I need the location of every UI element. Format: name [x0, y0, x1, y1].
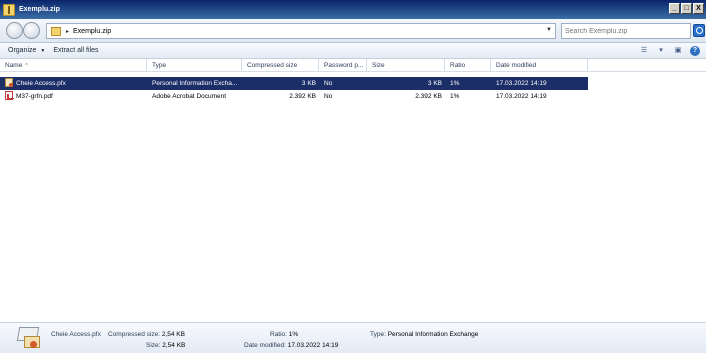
window-title: Exemplu.zip: [19, 6, 60, 13]
details-ratio-label: Ratio:: [270, 331, 287, 338]
file-name: Cheie Access.pfx: [16, 80, 66, 87]
details-compressed-size: Compressed size: 2,54 KB: [108, 331, 185, 338]
window-controls: _ □ X: [669, 3, 704, 14]
minimize-button[interactable]: _: [669, 3, 680, 14]
title-bar[interactable]: Exemplu.zip _ □ X: [0, 0, 706, 19]
view-controls: ☰ ▾ ▣ ?: [639, 46, 700, 56]
details-pane: Cheie Access.pfx Compressed size: 2,54 K…: [0, 322, 706, 353]
column-header-label: Name: [5, 62, 23, 69]
details-compressed-label: Compressed size:: [108, 331, 161, 338]
details-file-name: Cheie Access.pfx: [51, 331, 101, 338]
file-type: Personal Information Excha...: [152, 80, 238, 87]
column-header-name[interactable]: Name ^: [0, 59, 147, 72]
extract-all-label: Extract all files: [53, 47, 99, 54]
file-date-modified: 17.03.2022 14:19: [496, 93, 547, 100]
column-header-date-modified[interactable]: Date modified: [491, 59, 588, 72]
search-icon[interactable]: [693, 24, 705, 37]
search-box: [561, 23, 691, 39]
column-header-password-protected[interactable]: Password p...: [319, 59, 367, 72]
details-size-label: Size:: [146, 342, 161, 349]
command-bar: Organize ▼ Extract all files ☰ ▾ ▣ ?: [0, 43, 706, 59]
file-password-protected: No: [324, 80, 333, 87]
file-ratio: 1%: [450, 80, 460, 87]
column-header-ratio[interactable]: Ratio: [445, 59, 491, 72]
file-name-cell: M37-grfn.pdf: [0, 90, 147, 103]
chevron-right-icon[interactable]: ▸: [66, 28, 69, 35]
chevron-down-icon[interactable]: ▾: [656, 46, 666, 56]
details-compressed-value: 2,54 KB: [161, 331, 185, 338]
pdf-file-icon: [5, 91, 14, 100]
breadcrumb-item[interactable]: Exemplu.zip: [73, 28, 111, 35]
column-header-size[interactable]: Size: [367, 59, 445, 72]
certificate-file-icon: [5, 78, 13, 87]
details-ratio: Ratio: 1%: [270, 331, 298, 338]
zip-folder-icon: [3, 3, 15, 16]
file-date-modified: 17.03.2022 14:19: [496, 80, 547, 87]
organize-button[interactable]: Organize ▼: [8, 47, 45, 54]
details-date-value: 17.03.2022 14:19: [287, 342, 339, 349]
back-button[interactable]: [6, 22, 23, 39]
file-compressed-size: 3 KB: [301, 80, 316, 87]
file-password-protected: No: [324, 93, 333, 100]
file-compressed-size: 2.392 KB: [289, 93, 316, 100]
file-name-cell: Cheie Access.pfx: [0, 77, 147, 90]
file-size: 3 KB: [427, 80, 442, 87]
details-date-label: Date modified:: [244, 342, 286, 349]
forward-button[interactable]: [23, 22, 40, 39]
folder-icon: [51, 26, 61, 36]
file-name: M37-grfn.pdf: [16, 93, 53, 100]
help-icon[interactable]: ?: [690, 46, 700, 56]
breadcrumb[interactable]: ▸ Exemplu.zip ▼: [46, 23, 556, 39]
column-headers: Name ^ Type Compressed size Password p...…: [0, 59, 706, 72]
chevron-down-icon: ▼: [40, 47, 46, 54]
file-row[interactable]: M37-grfn.pdf Adobe Acrobat Document 2.39…: [0, 90, 706, 103]
details-type: Type: Personal Information Exchange: [370, 331, 478, 338]
file-ratio: 1%: [450, 93, 460, 100]
address-bar: ▸ Exemplu.zip ▼: [0, 19, 706, 43]
details-date-modified: Date modified: 17.03.2022 14:19: [244, 342, 338, 349]
column-header-compressed-size[interactable]: Compressed size: [242, 59, 319, 72]
chevron-down-icon[interactable]: ▼: [546, 27, 552, 33]
file-row[interactable]: Cheie Access.pfx Personal Information Ex…: [0, 77, 588, 90]
close-button[interactable]: X: [693, 3, 704, 14]
details-size-value: 2,54 KB: [162, 342, 186, 349]
file-type: Adobe Acrobat Document: [152, 93, 227, 100]
extract-all-button[interactable]: Extract all files: [53, 47, 98, 54]
maximize-button[interactable]: □: [681, 3, 692, 14]
sort-arrow-icon: ^: [25, 63, 28, 69]
file-list: Cheie Access.pfx Personal Information Ex…: [0, 77, 706, 103]
preview-pane-icon[interactable]: ▣: [673, 46, 683, 56]
views-icon[interactable]: ☰: [639, 46, 649, 56]
details-type-value: Personal Information Exchange: [387, 331, 479, 338]
certificate-thumbnail-icon: [16, 327, 44, 351]
file-size: 2.392 KB: [415, 93, 442, 100]
details-ratio-value: 1%: [288, 331, 299, 338]
details-type-label: Type:: [370, 331, 386, 338]
organize-label: Organize: [8, 47, 37, 54]
explorer-window: Exemplu.zip _ □ X ▸ Exemplu.zip ▼ Organi…: [0, 0, 706, 353]
details-size: Size: 2,54 KB: [146, 342, 185, 349]
search-input[interactable]: [565, 27, 677, 35]
column-header-type[interactable]: Type: [147, 59, 242, 72]
